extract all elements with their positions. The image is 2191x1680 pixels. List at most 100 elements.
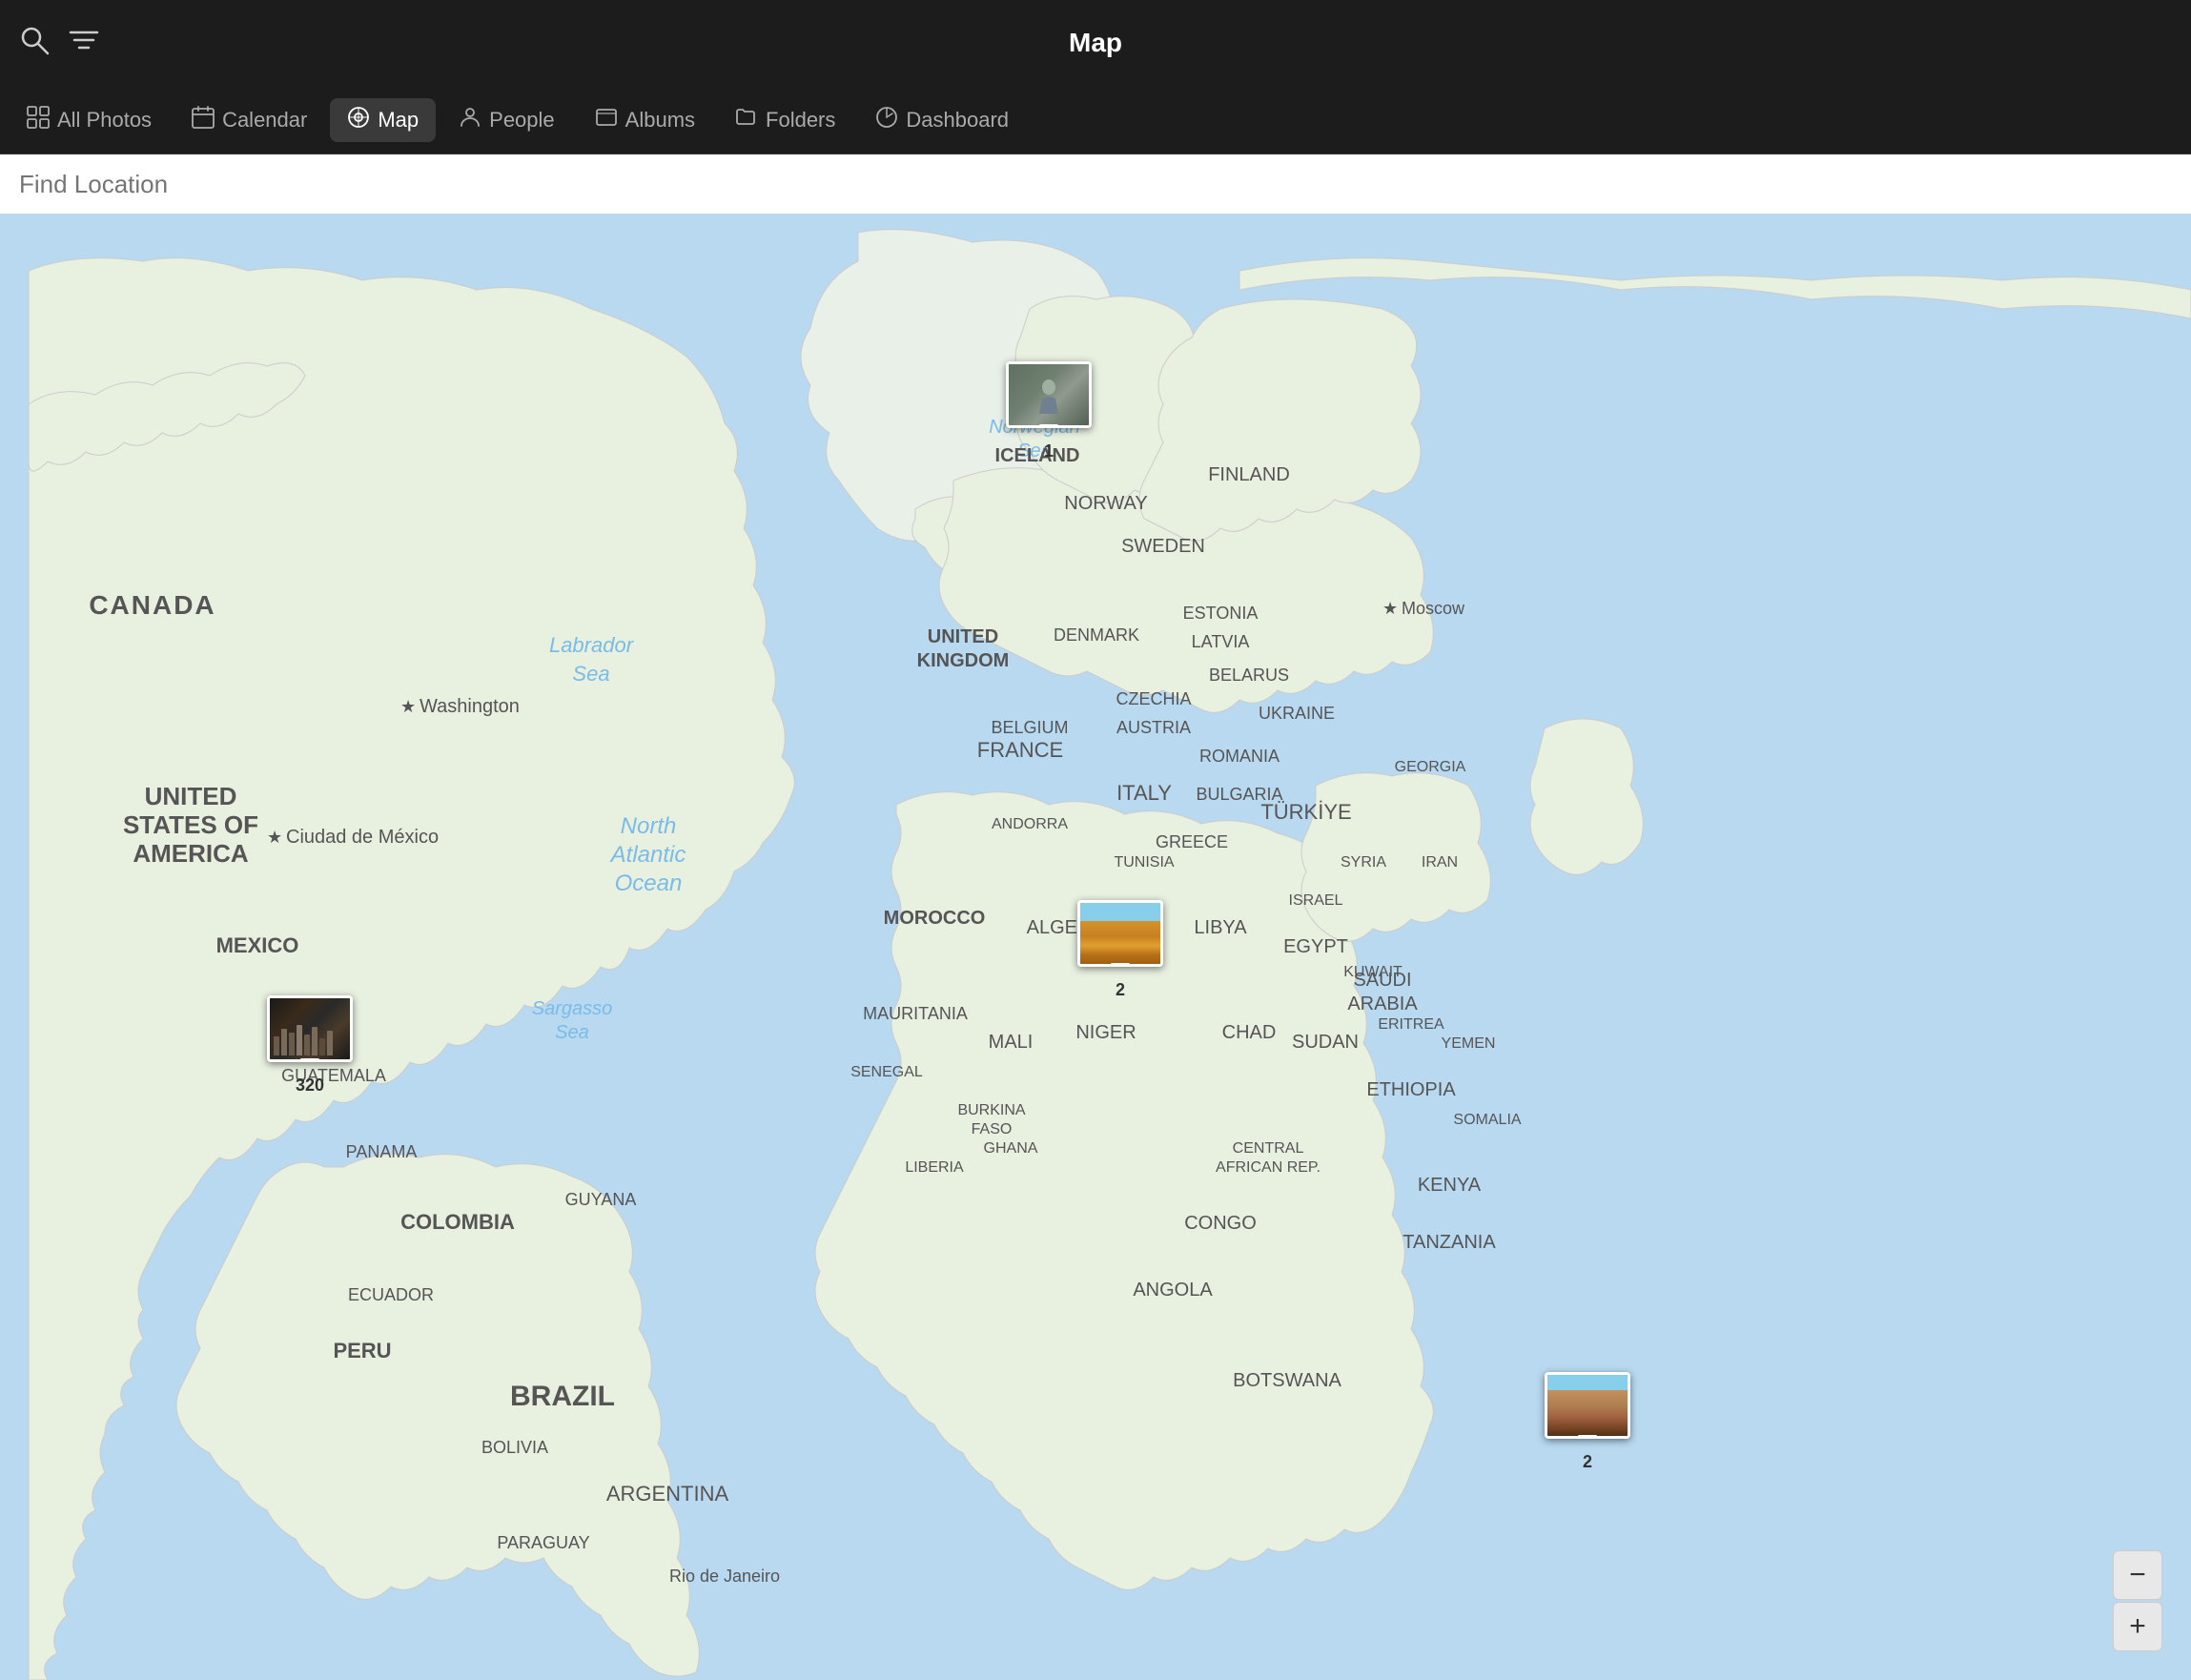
map-icon [347, 106, 370, 134]
svg-text:Rio de Janeiro: Rio de Janeiro [669, 1567, 780, 1586]
svg-text:SOMALIA: SOMALIA [1453, 1112, 1521, 1128]
svg-text:GHANA: GHANA [984, 1140, 1038, 1157]
svg-text:PANAMA: PANAMA [346, 1142, 418, 1161]
svg-text:NORWAY: NORWAY [1064, 493, 1147, 514]
svg-text:ESTONIA: ESTONIA [1183, 604, 1259, 623]
algeria-count: 2 [1116, 980, 1125, 1000]
algeria-pin[interactable]: 2 [1077, 900, 1163, 1000]
svg-text:PERU: PERU [333, 1339, 391, 1362]
svg-text:CANADA: CANADA [89, 590, 215, 620]
tab-people[interactable]: People [441, 98, 572, 142]
svg-text:CONGO: CONGO [1184, 1213, 1257, 1234]
svg-text:BRAZIL: BRAZIL [510, 1381, 615, 1412]
svg-text:Moscow: Moscow [1402, 599, 1465, 618]
iceland-count: 1 [1044, 441, 1054, 461]
svg-text:ECUADOR: ECUADOR [348, 1285, 434, 1304]
svg-text:FASO: FASO [972, 1121, 1013, 1137]
svg-text:Ciudad de México: Ciudad de México [286, 827, 439, 848]
svg-text:TANZANIA: TANZANIA [1403, 1232, 1496, 1253]
svg-text:BOTSWANA: BOTSWANA [1233, 1370, 1341, 1391]
svg-text:DENMARK: DENMARK [1054, 625, 1139, 645]
svg-text:ISRAEL: ISRAEL [1289, 892, 1343, 909]
mexico-count: 320 [296, 1076, 324, 1096]
tab-dashboard[interactable]: Dashboard [858, 98, 1026, 142]
svg-text:MEXICO: MEXICO [216, 933, 299, 957]
svg-text:★: ★ [1382, 599, 1398, 618]
svg-text:SWEDEN: SWEDEN [1121, 536, 1205, 557]
svg-text:YEMEN: YEMEN [1442, 1035, 1496, 1052]
svg-text:AMERICA: AMERICA [133, 839, 249, 868]
svg-text:PARAGUAY: PARAGUAY [497, 1533, 589, 1552]
svg-text:LATVIA: LATVIA [1192, 632, 1250, 651]
svg-text:Atlantic: Atlantic [609, 842, 686, 868]
svg-text:EGYPT: EGYPT [1283, 936, 1348, 957]
svg-text:CZECHIA: CZECHIA [1116, 689, 1191, 708]
svg-text:MOROCCO: MOROCCO [884, 908, 986, 929]
tab-map[interactable]: Map [330, 98, 436, 142]
svg-text:★: ★ [267, 828, 282, 847]
svg-text:SAUDI: SAUDI [1353, 970, 1411, 991]
svg-text:GEORGIA: GEORGIA [1395, 759, 1466, 775]
svg-text:ARABIA: ARABIA [1347, 994, 1418, 1014]
svg-text:ERITREA: ERITREA [1378, 1016, 1444, 1033]
tab-calendar-label: Calendar [222, 108, 307, 133]
svg-text:Sargasso: Sargasso [532, 998, 613, 1019]
mexico-pin[interactable]: 320 [267, 995, 353, 1096]
svg-text:BOLIVIA: BOLIVIA [481, 1438, 548, 1457]
svg-text:NIGER: NIGER [1075, 1022, 1136, 1043]
tab-folders-label: Folders [766, 108, 835, 133]
tab-albums-label: Albums [625, 108, 695, 133]
tab-folders[interactable]: Folders [718, 98, 852, 142]
tab-dashboard-label: Dashboard [906, 108, 1009, 133]
all-photos-icon [27, 106, 50, 134]
svg-text:FINLAND: FINLAND [1208, 464, 1290, 485]
svg-text:UNITED: UNITED [145, 782, 237, 810]
svg-text:MAURITANIA: MAURITANIA [863, 1004, 968, 1023]
zoom-controls: − + [2113, 1550, 2162, 1651]
app-title: Map [1069, 28, 1122, 58]
calendar-icon [192, 106, 215, 134]
folders-icon [735, 106, 758, 134]
tab-all-photos-label: All Photos [57, 108, 152, 133]
svg-text:Sea: Sea [555, 1022, 589, 1043]
svg-text:ITALY: ITALY [1116, 781, 1172, 805]
svg-text:Labrador: Labrador [549, 633, 635, 657]
svg-text:Sea: Sea [572, 662, 609, 686]
svg-text:STATES OF: STATES OF [123, 810, 258, 839]
search-input[interactable] [19, 170, 2172, 199]
dashboard-icon [875, 106, 898, 134]
tab-map-label: Map [378, 108, 419, 133]
tab-calendar[interactable]: Calendar [174, 98, 324, 142]
zoom-in-button[interactable]: + [2113, 1602, 2162, 1651]
albums-icon [595, 106, 618, 134]
svg-text:ANGOLA: ANGOLA [1133, 1280, 1213, 1301]
svg-text:ARGENTINA: ARGENTINA [606, 1482, 729, 1506]
nav-tabs: All Photos Calendar Map [0, 86, 2191, 154]
search-icon[interactable] [19, 25, 50, 62]
iceland-pin[interactable]: 1 [1006, 361, 1092, 461]
zoom-out-button[interactable]: − [2113, 1550, 2162, 1600]
map-container: CANADA UNITED STATES OF AMERICA MEXICO G… [0, 214, 2191, 1680]
svg-text:BURKINA: BURKINA [957, 1102, 1025, 1118]
tab-all-photos[interactable]: All Photos [10, 98, 169, 142]
svg-text:SYRIA: SYRIA [1341, 854, 1386, 871]
svg-text:ROMANIA: ROMANIA [1199, 747, 1280, 766]
botswana-pin[interactable]: 2 [1545, 1372, 1630, 1472]
people-icon [459, 106, 481, 134]
svg-text:ANDORRA: ANDORRA [992, 816, 1068, 832]
svg-text:AFRICAN REP.: AFRICAN REP. [1216, 1159, 1321, 1176]
svg-text:COLOMBIA: COLOMBIA [400, 1210, 515, 1234]
svg-text:GUYANA: GUYANA [565, 1190, 637, 1209]
svg-text:CHAD: CHAD [1222, 1022, 1277, 1043]
search-bar [0, 154, 2191, 214]
svg-text:KENYA: KENYA [1418, 1175, 1482, 1196]
filter-icon[interactable] [69, 25, 99, 62]
tab-albums[interactable]: Albums [578, 98, 712, 142]
svg-text:SENEGAL: SENEGAL [850, 1064, 923, 1080]
svg-text:IRAN: IRAN [1422, 854, 1458, 871]
svg-text:GREECE: GREECE [1156, 832, 1228, 851]
svg-text:ETHIOPIA: ETHIOPIA [1366, 1079, 1456, 1100]
svg-text:KINGDOM: KINGDOM [917, 650, 1010, 671]
svg-text:BELGIUM: BELGIUM [991, 718, 1068, 737]
svg-text:LIBYA: LIBYA [1194, 917, 1247, 938]
